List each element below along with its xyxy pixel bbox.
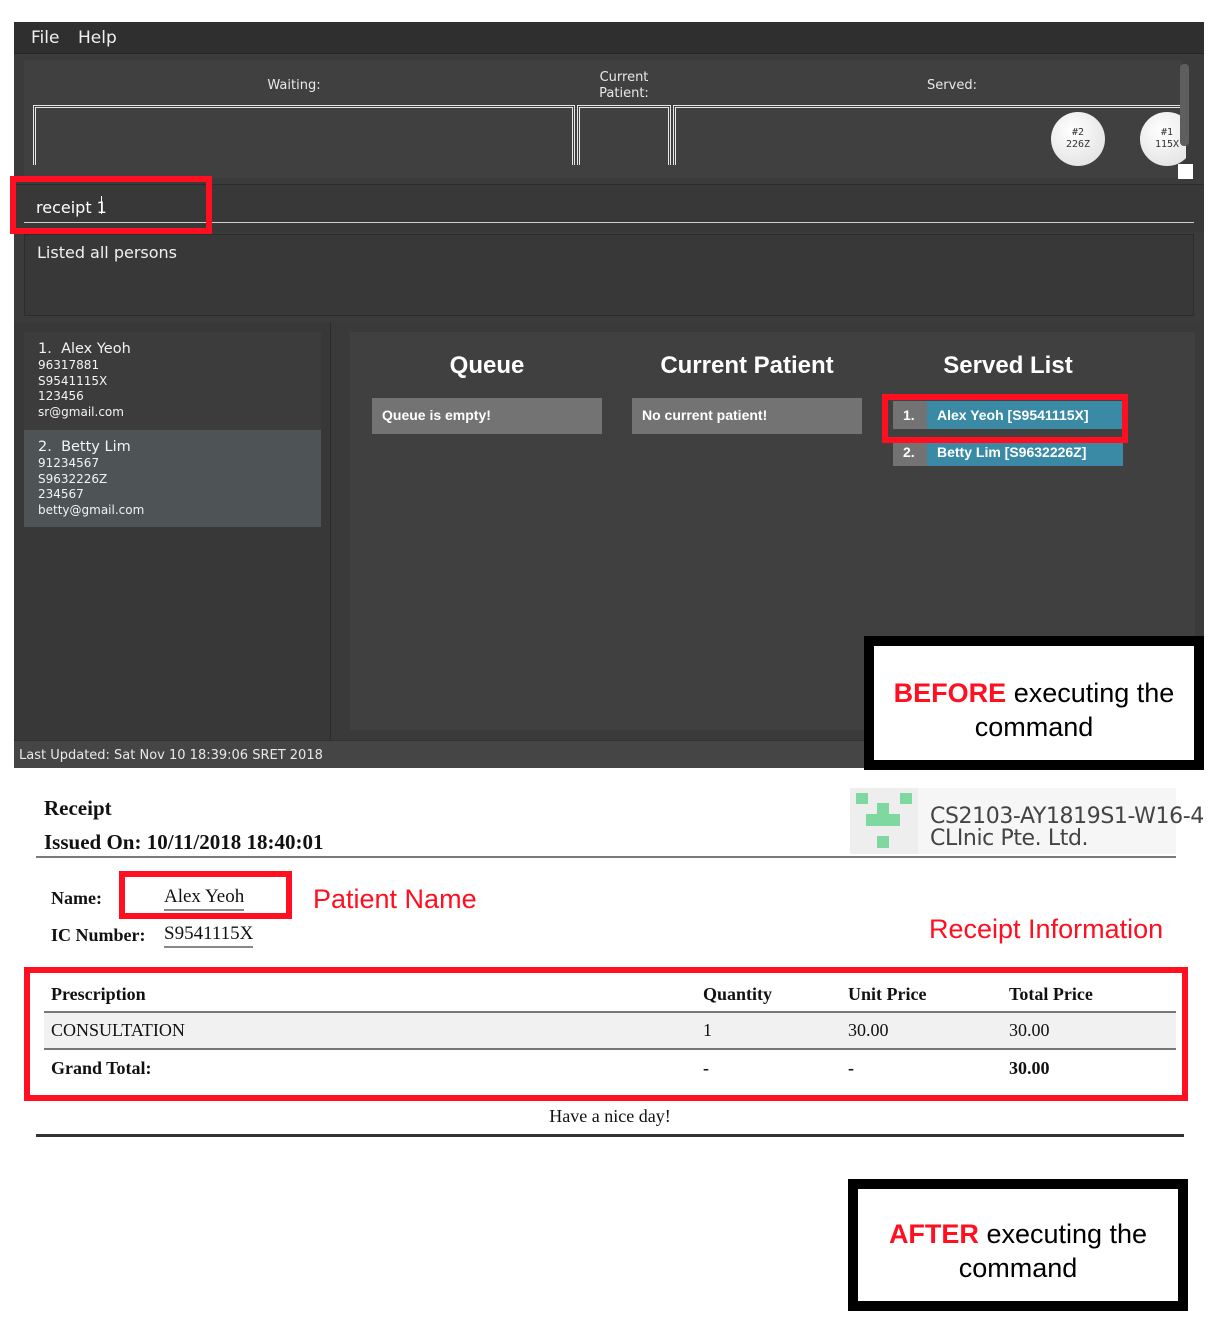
person-email: betty@gmail.com bbox=[38, 502, 145, 517]
receipt-footer: Have a nice day! bbox=[549, 1106, 671, 1126]
served-list-title: Served List bbox=[943, 352, 1073, 379]
waiting-box bbox=[33, 105, 575, 165]
menu-file[interactable]: File bbox=[31, 28, 59, 48]
result-text: Listed all persons bbox=[37, 243, 178, 262]
token-number: #2 bbox=[1071, 127, 1085, 138]
ic-number-label: IC Number: bbox=[51, 925, 146, 945]
result-display: Listed all persons bbox=[24, 234, 1194, 316]
queue-display-strip: Waiting: Current Patient: Served: #2 226… bbox=[24, 60, 1186, 214]
person-address: 123456 bbox=[38, 389, 84, 403]
person-card[interactable]: 2. Betty Lim 91234567 S9632226Z 234567 b… bbox=[24, 430, 321, 527]
queue-empty-message: Queue is empty! bbox=[372, 398, 602, 434]
person-address: 234567 bbox=[38, 487, 84, 501]
command-highlight-box bbox=[10, 176, 212, 234]
before-note-line1: BEFORE executing the bbox=[893, 678, 1175, 708]
current-patient-box bbox=[577, 105, 671, 165]
receipt-info-annotation: Receipt Information bbox=[929, 914, 1164, 944]
current-patient-empty-message: No current patient! bbox=[632, 398, 862, 434]
patient-name-annotation: Patient Name bbox=[313, 884, 477, 914]
name-label: Name: bbox=[51, 888, 102, 908]
person-card[interactable]: 1. Alex Yeoh 96317881 S9541115X 123456 s… bbox=[24, 332, 321, 430]
after-note-line1: AFTER executing the bbox=[888, 1219, 1148, 1249]
served-item-highlight-box bbox=[882, 394, 1128, 443]
before-note: BEFORE executing the command bbox=[864, 636, 1204, 770]
receipt-bottom-divider bbox=[36, 1134, 1184, 1137]
person-phone: 96317881 bbox=[38, 358, 100, 372]
served-box bbox=[673, 105, 1183, 165]
current-label-line2: Patient: bbox=[599, 86, 649, 101]
receipt-info-highlight-box bbox=[24, 967, 1188, 1101]
current-label-line1: Current bbox=[599, 70, 649, 85]
clinic-logo-icon bbox=[850, 788, 918, 854]
receipt-title: Receipt bbox=[44, 796, 112, 820]
person-name: 1. Alex Yeoh bbox=[38, 341, 131, 357]
served-label: Served: bbox=[927, 78, 977, 93]
current-patient-label: Current Patient: bbox=[587, 70, 661, 102]
patient-name-highlight-box bbox=[119, 871, 292, 919]
before-note-line2: command bbox=[974, 712, 1094, 742]
waiting-label: Waiting: bbox=[267, 78, 321, 93]
served-token: #2 226Z bbox=[1051, 112, 1105, 166]
receipt-divider bbox=[36, 856, 1176, 858]
person-phone: 91234567 bbox=[38, 456, 100, 470]
person-list-panel: 1. Alex Yeoh 96317881 S9541115X 123456 s… bbox=[14, 322, 331, 740]
last-updated-text: Last Updated: Sat Nov 10 18:39:06 SRET 2… bbox=[19, 748, 323, 763]
current-patient-title: Current Patient bbox=[660, 352, 834, 379]
after-note: AFTER executing the command bbox=[848, 1179, 1188, 1311]
queue-title: Queue bbox=[449, 352, 525, 379]
person-email: sr@gmail.com bbox=[38, 404, 124, 419]
person-nric: S9541115X bbox=[38, 373, 108, 388]
clinic-name: CS2103-AY1819S1-W16-4 CLInic Pte. Ltd. bbox=[930, 804, 1204, 851]
token-code: 226Z bbox=[1065, 139, 1091, 150]
person-name: 2. Betty Lim bbox=[38, 439, 131, 455]
menu-bar: File Help bbox=[14, 22, 1204, 54]
person-nric: S9632226Z bbox=[38, 471, 108, 486]
scroll-corner bbox=[1178, 164, 1193, 179]
menu-help[interactable]: Help bbox=[78, 28, 117, 48]
after-note-line2: command bbox=[958, 1253, 1078, 1283]
receipt-issued-on: Issued On: 10/11/2018 18:40:01 bbox=[44, 830, 324, 854]
vertical-scrollbar[interactable] bbox=[1180, 64, 1189, 146]
ic-number-value: S9541115X bbox=[164, 923, 254, 948]
